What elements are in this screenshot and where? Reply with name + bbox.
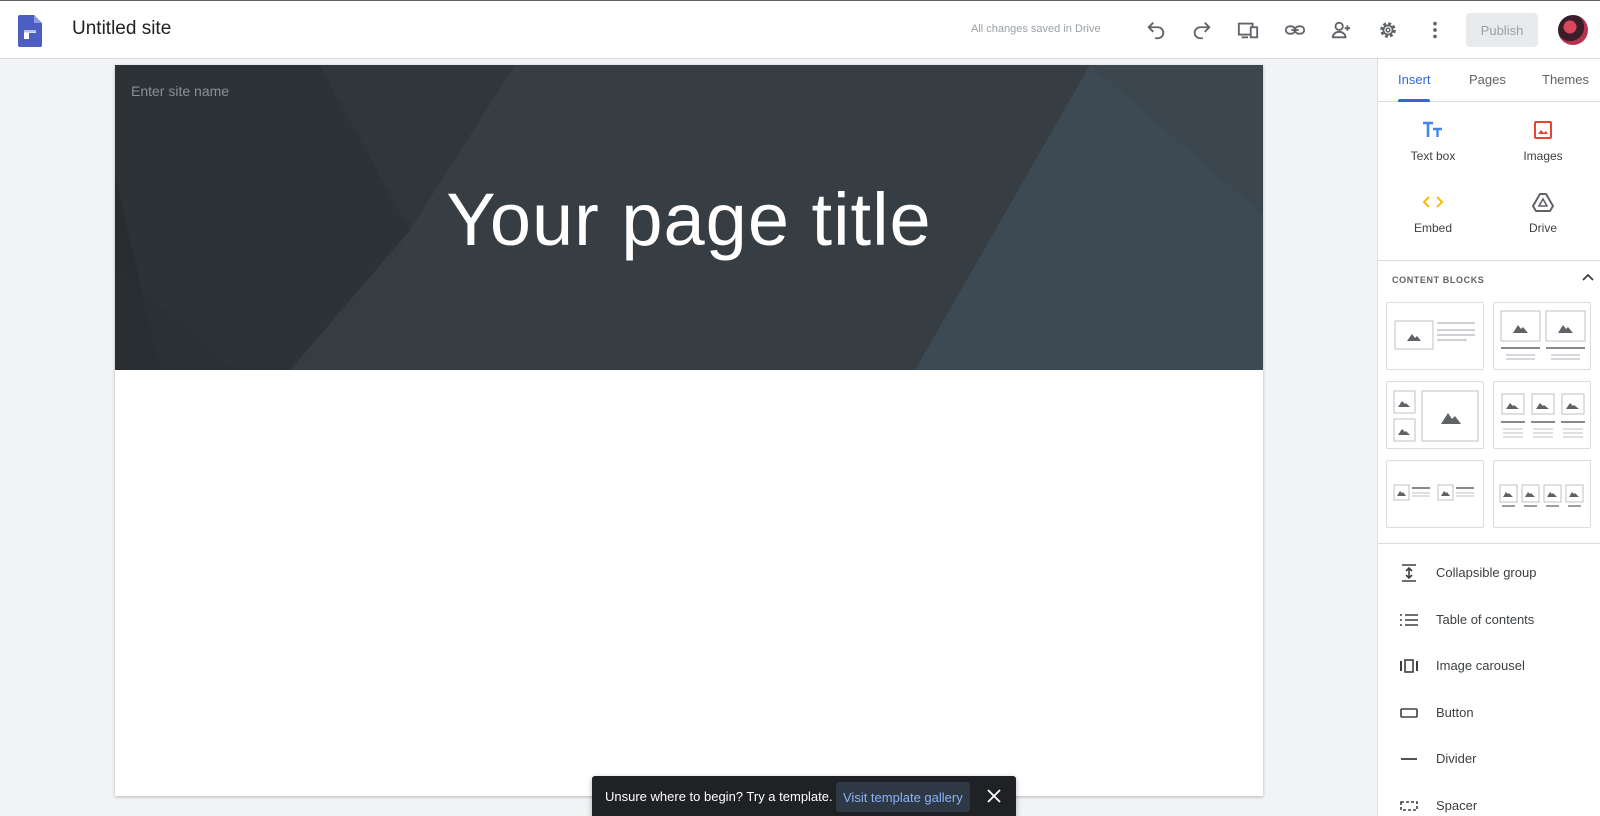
content-block-gallery[interactable] (1386, 381, 1484, 449)
settings-button[interactable] (1375, 17, 1401, 43)
layout-four-columns-icon (1499, 484, 1584, 507)
button-icon (1400, 708, 1418, 718)
link-icon (1284, 25, 1306, 35)
panel-divider (1378, 260, 1600, 261)
content-blocks-header[interactable]: CONTENT BLOCKS (1392, 275, 1484, 285)
gear-icon (1380, 22, 1396, 38)
divider-icon (1401, 758, 1417, 760)
panel-tabs: Insert Pages Themes (1378, 59, 1600, 102)
undo-button[interactable] (1143, 17, 1169, 43)
spacer-item[interactable]: Spacer (1378, 782, 1600, 816)
layout-two-images-icon (1500, 310, 1586, 360)
image-carousel-item[interactable]: Image carousel (1378, 642, 1600, 688)
layout-gallery-icon (1393, 390, 1479, 442)
text-box-label: Text box (1410, 149, 1456, 163)
spacer-icon (1400, 801, 1418, 811)
layout-three-columns-icon (1501, 393, 1585, 438)
images-tool[interactable]: Images (1498, 117, 1588, 177)
button-item[interactable]: Button (1378, 689, 1600, 735)
content-block-two-image-text[interactable] (1386, 460, 1484, 528)
text-box-icon (1423, 121, 1442, 137)
site-name-input[interactable]: Enter site name (131, 83, 229, 99)
save-status: All changes saved in Drive (971, 23, 1101, 35)
insert-link-button[interactable] (1282, 17, 1308, 43)
share-button[interactable] (1328, 17, 1354, 43)
button-label: Button (1436, 705, 1474, 720)
drive-icon (1532, 193, 1554, 212)
divider-label: Divider (1436, 751, 1477, 766)
content-block-four-columns[interactable] (1493, 460, 1591, 528)
layout-two-image-text-icon (1393, 484, 1474, 501)
undo-icon (1147, 22, 1165, 40)
close-icon (987, 789, 1001, 803)
template-snackbar: Unsure where to begin? Try a template. V… (592, 776, 1016, 816)
redo-button[interactable] (1189, 17, 1215, 43)
drive-tool[interactable]: Drive (1498, 189, 1588, 249)
embed-code-icon (1422, 196, 1444, 208)
tab-pages[interactable]: Pages (1469, 72, 1506, 87)
image-icon (1534, 121, 1552, 139)
preview-button[interactable] (1235, 17, 1261, 43)
layout-image-text-icon (1394, 320, 1475, 350)
table-of-contents-label: Table of contents (1436, 612, 1535, 627)
embed-label: Embed (1413, 221, 1453, 235)
avatar[interactable] (1558, 15, 1588, 45)
page-title[interactable]: Your page title (115, 177, 1263, 262)
top-bar: Untitled site All changes saved in Drive… (0, 0, 1600, 59)
site-title[interactable]: Untitled site (72, 18, 171, 40)
active-tab-indicator (1398, 99, 1430, 102)
collapsible-group-item[interactable]: Collapsible group (1378, 549, 1600, 595)
content-block-two-images[interactable] (1493, 302, 1591, 370)
tab-themes[interactable]: Themes (1542, 72, 1589, 87)
images-label: Images (1523, 149, 1563, 163)
table-of-contents-item[interactable]: Table of contents (1378, 596, 1600, 642)
redo-icon (1193, 22, 1211, 40)
embed-tool[interactable]: Embed (1388, 189, 1478, 249)
content-block-image-text[interactable] (1386, 302, 1484, 370)
more-vert-icon (1433, 21, 1437, 39)
more-options-button[interactable] (1422, 17, 1448, 43)
header-banner[interactable]: Enter site name Your page title (115, 65, 1263, 370)
chevron-up-icon[interactable] (1582, 272, 1594, 282)
content-block-three-columns[interactable] (1493, 381, 1591, 449)
sites-logo-icon[interactable] (18, 15, 42, 47)
divider-item[interactable]: Divider (1378, 735, 1600, 781)
drive-label: Drive (1528, 221, 1557, 235)
tab-insert[interactable]: Insert (1398, 72, 1431, 87)
visit-template-gallery-button[interactable]: Visit template gallery (836, 782, 970, 812)
snackbar-message: Unsure where to begin? Try a template. (605, 789, 833, 804)
preview-devices-icon (1237, 22, 1259, 39)
insert-panel: Insert Pages Themes Text box Images Embe… (1377, 59, 1600, 816)
add-person-icon (1331, 21, 1351, 39)
carousel-icon (1400, 659, 1418, 673)
spacer-label: Spacer (1436, 798, 1478, 813)
collapsible-icon (1402, 564, 1416, 582)
text-box-tool[interactable]: Text box (1388, 117, 1478, 177)
panel-divider (1378, 543, 1600, 544)
publish-button[interactable]: Publish (1466, 13, 1538, 47)
image-carousel-label: Image carousel (1436, 658, 1525, 673)
list-icon (1400, 614, 1418, 626)
page-canvas[interactable]: Enter site name Your page title (115, 65, 1263, 796)
collapsible-group-label: Collapsible group (1436, 565, 1537, 580)
snackbar-close-button[interactable] (983, 785, 1005, 807)
